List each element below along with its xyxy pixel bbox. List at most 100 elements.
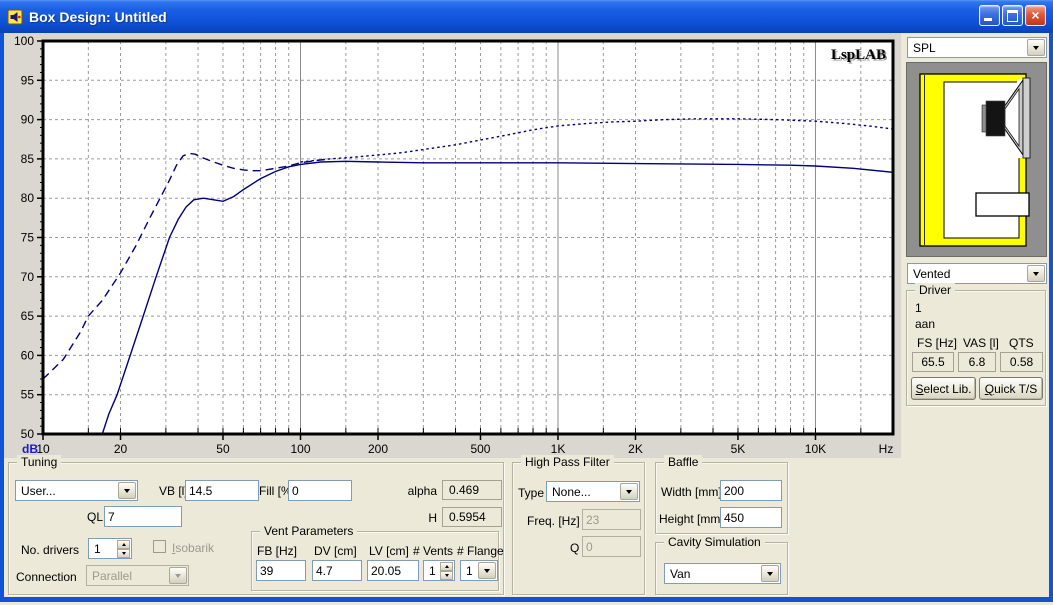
flange-select[interactable]: 1 xyxy=(460,560,498,581)
box-type-value: Vented xyxy=(913,267,951,281)
svg-text:50: 50 xyxy=(216,442,230,456)
cavity-mode-value: Van xyxy=(670,567,691,581)
svg-text:80: 80 xyxy=(21,191,35,205)
no-drivers-spinner[interactable]: 1 xyxy=(88,538,132,559)
svg-text:100: 100 xyxy=(14,34,34,48)
hpf-type-label: Type xyxy=(518,486,545,500)
svg-text:10K: 10K xyxy=(805,442,826,456)
svg-text:65: 65 xyxy=(21,309,35,323)
dropdown-arrow-icon[interactable] xyxy=(620,483,638,500)
fill-input[interactable] xyxy=(288,480,352,501)
driver-number: 1 xyxy=(915,301,922,315)
spin-down-button[interactable] xyxy=(117,549,130,558)
svg-text:2K: 2K xyxy=(628,442,643,456)
ql-input[interactable] xyxy=(104,506,182,527)
window-border-right xyxy=(1049,33,1053,602)
tuning-preset-select[interactable]: User... xyxy=(15,480,138,501)
num-vents-spinner[interactable]: 1 xyxy=(423,560,455,581)
baffle-width-input[interactable] xyxy=(720,480,782,501)
spl-chart-panel: 10 20 50 100 200 500 1K 2K 5K 10K Hz 50 55 60 65 70 75 80… xyxy=(4,33,901,458)
dropdown-arrow-icon[interactable] xyxy=(761,565,779,582)
dv-input[interactable] xyxy=(312,560,362,581)
svg-text:75: 75 xyxy=(21,231,35,245)
isobarik-label: Isobarik xyxy=(172,541,215,555)
select-lib-button[interactable]: Select Lib. xyxy=(911,377,976,400)
hpf-type-value: None... xyxy=(552,485,591,499)
svg-text:1K: 1K xyxy=(551,442,566,456)
baffle-caption: Baffle xyxy=(664,455,703,469)
lv-input[interactable] xyxy=(367,560,419,581)
titlebar[interactable]: Box Design: Untitled × xyxy=(0,0,1053,33)
view-mode-select[interactable]: SPL xyxy=(907,37,1047,58)
fb-label: FB [Hz] xyxy=(257,544,298,558)
flange-value: 1 xyxy=(466,564,473,578)
cavity-caption: Cavity Simulation xyxy=(664,535,765,549)
qts-label: QTS xyxy=(1009,336,1034,350)
dropdown-arrow-icon[interactable] xyxy=(1027,39,1045,56)
hpf-freq-input xyxy=(582,509,641,530)
svg-text:85: 85 xyxy=(21,152,35,166)
box-type-select[interactable]: Vented xyxy=(907,263,1047,284)
svg-text:10: 10 xyxy=(36,442,50,456)
view-mode-value: SPL xyxy=(913,41,936,55)
alpha-value: 0.469 xyxy=(442,480,502,500)
fb-input[interactable] xyxy=(256,560,306,581)
fs-label: FS [Hz] xyxy=(917,336,958,350)
enclosure-diagram-panel xyxy=(906,62,1047,257)
baffle-height-label: Height [mm] xyxy=(659,512,724,526)
tuning-caption: Tuning xyxy=(17,455,62,469)
vent-parameters-groupbox: Vent Parameters FB [Hz] DV [cm] LV [cm] … xyxy=(251,524,504,591)
num-vents-value: 1 xyxy=(429,564,436,578)
spin-up-icon xyxy=(121,541,126,546)
alpha-label: alpha xyxy=(407,484,437,498)
svg-text:60: 60 xyxy=(21,348,35,362)
svg-text:LspLAB: LspLAB xyxy=(831,47,886,63)
hpf-q-label: Q xyxy=(570,541,580,555)
spin-up-button[interactable] xyxy=(440,562,453,571)
high-pass-filter-groupbox: High Pass Filter Type None... Freq. [Hz]… xyxy=(512,455,645,595)
dropdown-arrow-icon[interactable] xyxy=(478,562,496,579)
vas-value: 6.8 xyxy=(958,352,996,372)
close-button[interactable]: × xyxy=(1025,5,1046,26)
hpf-type-select[interactable]: None... xyxy=(546,481,640,502)
vb-input[interactable] xyxy=(185,480,259,501)
connection-value: Parallel xyxy=(92,569,133,583)
cavity-simulation-groupbox: Cavity Simulation Van xyxy=(655,535,788,595)
no-drivers-label: No. drivers xyxy=(21,543,80,557)
quick-ts-button[interactable]: Quick T/S xyxy=(979,377,1043,400)
h-label: H xyxy=(428,511,437,525)
spin-down-icon xyxy=(444,574,449,579)
box-design-window: Box Design: Untitled × 10 20 50 100 200 500 1K… xyxy=(0,0,1053,605)
minimize-button[interactable] xyxy=(979,5,1000,26)
close-icon: × xyxy=(1031,7,1040,23)
svg-text:95: 95 xyxy=(21,73,35,87)
isobarik-checkbox[interactable] xyxy=(153,540,166,553)
svg-text:90: 90 xyxy=(21,113,35,127)
maximize-button[interactable] xyxy=(1002,5,1023,26)
hpf-caption: High Pass Filter xyxy=(521,455,614,469)
svg-text:200: 200 xyxy=(368,442,388,456)
dropdown-arrow-icon[interactable] xyxy=(118,482,136,499)
dropdown-arrow-icon[interactable] xyxy=(1027,265,1045,282)
svg-text:55: 55 xyxy=(21,388,35,402)
baffle-height-input[interactable] xyxy=(720,507,782,528)
spin-up-icon xyxy=(444,563,449,568)
spin-down-icon xyxy=(121,552,126,557)
fs-value: 65.5 xyxy=(912,352,954,372)
cavity-mode-select[interactable]: Van xyxy=(664,563,781,584)
app-icon xyxy=(7,9,23,24)
driver-name: aan xyxy=(915,317,936,331)
hpf-freq-label: Freq. [Hz] xyxy=(527,514,580,528)
vas-label: VAS [l] xyxy=(963,336,999,350)
maximize-icon xyxy=(1007,10,1018,22)
connection-select: Parallel xyxy=(86,565,189,586)
hpf-q-input xyxy=(582,536,641,557)
ql-label: QL xyxy=(87,510,104,524)
flange-label: # Flange xyxy=(457,544,504,558)
no-drivers-value: 1 xyxy=(94,542,101,556)
minimize-icon xyxy=(984,18,992,21)
spin-down-button[interactable] xyxy=(440,571,453,580)
spin-up-button[interactable] xyxy=(117,540,130,549)
svg-text:70: 70 xyxy=(21,270,35,284)
vents-label: # Vents xyxy=(413,544,454,558)
